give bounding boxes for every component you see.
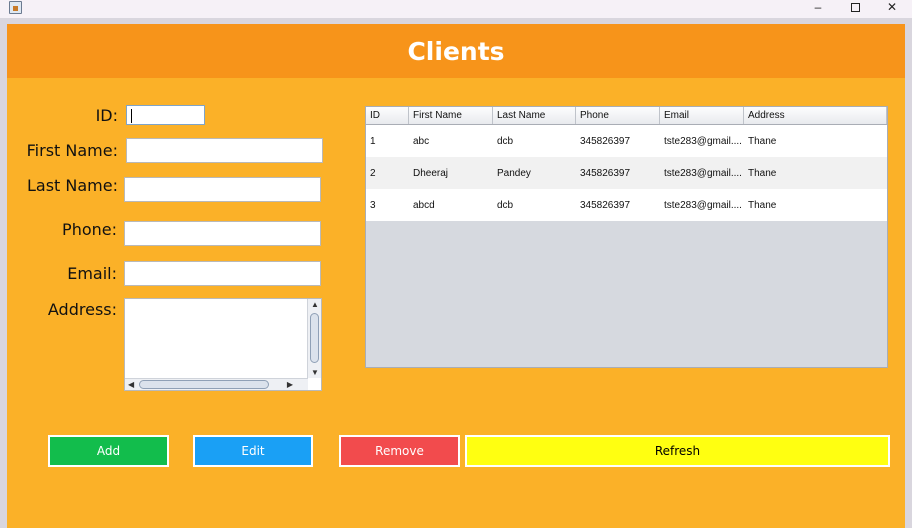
page-title: Clients	[407, 36, 505, 66]
cell-address: Thane	[748, 167, 777, 179]
cell-last-name: dcb	[497, 199, 514, 211]
address-vertical-scrollbar[interactable]: ▲ ▼	[307, 299, 321, 378]
cell-last-name: dcb	[497, 135, 514, 147]
table-header: ID First Name Last Name Phone Email Addr…	[366, 107, 887, 125]
email-input[interactable]	[124, 261, 321, 286]
vertical-scroll-thumb[interactable]	[310, 313, 319, 363]
cell-phone: 345826397	[580, 135, 631, 147]
column-header-first-name[interactable]: First Name	[409, 107, 493, 124]
refresh-button[interactable]: Refresh	[465, 435, 890, 467]
scroll-up-icon[interactable]: ▲	[311, 300, 319, 309]
cell-first-name: abcd	[413, 199, 435, 211]
minimize-icon: –	[814, 0, 822, 14]
cell-first-name: Dheeraj	[413, 167, 449, 179]
maximize-button[interactable]	[843, 0, 867, 14]
scroll-right-icon[interactable]: ▶	[287, 380, 293, 389]
cell-id: 1	[370, 135, 376, 147]
remove-button[interactable]: Remove	[339, 435, 460, 467]
last-name-label: Last Name:	[26, 176, 118, 195]
page-header: Clients	[7, 24, 905, 78]
id-label: ID:	[95, 106, 118, 125]
cell-phone: 345826397	[580, 199, 631, 211]
scroll-left-icon[interactable]: ◀	[128, 380, 134, 389]
clients-table[interactable]: ID First Name Last Name Phone Email Addr…	[365, 106, 888, 368]
close-button[interactable]: ✕	[880, 0, 904, 14]
email-label: Email:	[67, 264, 117, 283]
first-name-input[interactable]	[126, 138, 323, 163]
cell-phone: 345826397	[580, 167, 631, 179]
address-horizontal-scrollbar[interactable]: ◀ ▶	[125, 378, 308, 390]
address-label: Address:	[47, 300, 117, 319]
edit-button[interactable]: Edit	[193, 435, 313, 467]
cell-id: 3	[370, 199, 376, 211]
last-name-input[interactable]	[124, 177, 321, 202]
table-row[interactable]: 2 Dheeraj Pandey 345826397 tste283@gmail…	[366, 157, 887, 189]
cell-id: 2	[370, 167, 376, 179]
phone-label: Phone:	[62, 220, 117, 239]
table-row[interactable]: 3 abcd dcb 345826397 tste283@gmail.... T…	[366, 189, 887, 221]
phone-input[interactable]	[124, 221, 321, 246]
address-textarea[interactable]: ▲ ▼ ◀ ▶	[124, 298, 322, 391]
column-header-last-name[interactable]: Last Name	[493, 107, 576, 124]
cell-last-name: Pandey	[497, 167, 531, 179]
column-header-email[interactable]: Email	[660, 107, 744, 124]
minimize-button[interactable]: –	[806, 0, 830, 14]
window-titlebar: – ✕	[0, 0, 912, 18]
cell-address: Thane	[748, 199, 777, 211]
close-icon: ✕	[886, 0, 898, 14]
column-header-id[interactable]: ID	[366, 107, 409, 124]
text-caret	[131, 109, 132, 123]
cell-first-name: abc	[413, 135, 430, 147]
horizontal-scroll-thumb[interactable]	[139, 380, 269, 389]
column-header-address[interactable]: Address	[744, 107, 887, 124]
table-row[interactable]: 1 abc dcb 345826397 tste283@gmail.... Th…	[366, 125, 887, 157]
scroll-down-icon[interactable]: ▼	[311, 368, 319, 377]
java-app-icon	[9, 1, 22, 14]
cell-address: Thane	[748, 135, 777, 147]
maximize-icon	[850, 2, 860, 12]
column-header-phone[interactable]: Phone	[576, 107, 660, 124]
cell-email: tste283@gmail....	[664, 199, 742, 211]
cell-email: tste283@gmail....	[664, 167, 742, 179]
cell-email: tste283@gmail....	[664, 135, 742, 147]
first-name-label: First Name:	[26, 141, 118, 160]
id-input[interactable]	[126, 105, 205, 125]
add-button[interactable]: Add	[48, 435, 169, 467]
